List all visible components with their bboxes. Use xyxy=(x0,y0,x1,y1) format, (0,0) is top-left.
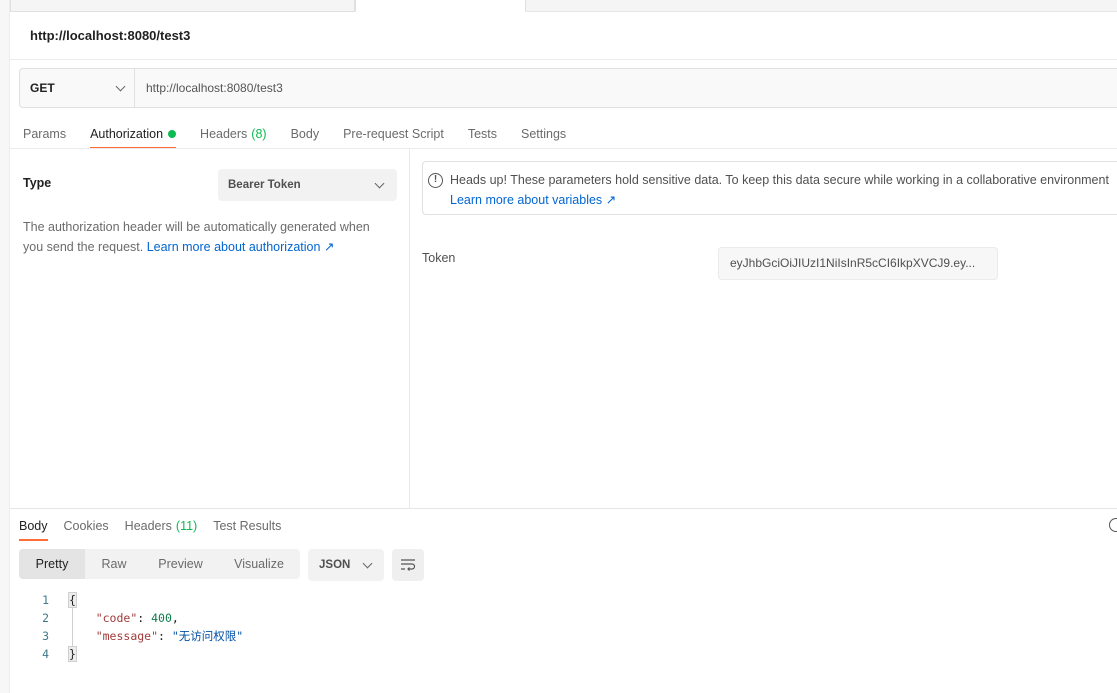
auth-type-label: Type xyxy=(23,176,52,190)
globe-icon[interactable] xyxy=(1109,518,1117,532)
auth-type-panel: Type Bearer Token The authorization head… xyxy=(10,149,410,509)
token-input[interactable]: eyJhbGciOiJIUzI1NiIsInR5cCI6IkpXVCJ9.ey.… xyxy=(718,247,998,280)
tab-settings[interactable]: Settings xyxy=(521,118,566,149)
view-pretty[interactable]: Pretty xyxy=(19,549,85,579)
auth-type-select[interactable]: Bearer Token xyxy=(218,169,397,201)
json-value-code: 400 xyxy=(151,611,172,625)
view-preview[interactable]: Preview xyxy=(143,549,218,579)
response-view-switcher: Pretty Raw Preview Visualize xyxy=(19,549,300,579)
line-number: 2 xyxy=(42,611,49,625)
method-label: GET xyxy=(30,81,55,95)
tab-tests[interactable]: Tests xyxy=(468,118,497,149)
request-tabs: Params Authorization Headers (8) Body Pr… xyxy=(23,118,590,149)
tab-pre-request-script[interactable]: Pre-request Script xyxy=(343,118,444,149)
code-line: 3 "message": "无访问权限" xyxy=(19,627,243,645)
active-indicator-dot xyxy=(168,129,177,138)
close-brace: } xyxy=(68,646,77,662)
tab-strip xyxy=(10,0,1117,12)
response-tab-headers-label: Headers xyxy=(124,519,172,533)
response-tab-cookies[interactable]: Cookies xyxy=(64,511,109,541)
view-raw[interactable]: Raw xyxy=(85,549,143,579)
url-bar: GET http://localhost:8080/test3 xyxy=(19,68,1117,108)
info-icon: ! xyxy=(428,173,443,188)
code-line: 2 "code": 400, xyxy=(19,609,243,627)
response-body-code[interactable]: 1 { 2 "code": 400, 3 "message": "无访问权限" … xyxy=(19,591,243,663)
learn-more-variables-link[interactable]: Learn more about variables ↗ xyxy=(450,192,616,207)
left-sidebar-edge xyxy=(0,0,10,693)
method-select[interactable]: GET xyxy=(20,69,135,107)
json-value-message: "无访问权限" xyxy=(171,629,244,643)
sensitive-data-notice: ! Heads up! These parameters hold sensit… xyxy=(422,161,1117,215)
tab-headers[interactable]: Headers (8) xyxy=(200,118,267,149)
response-tab-headers[interactable]: Headers (11) xyxy=(125,511,198,541)
response-tab-headers-count: (11) xyxy=(175,519,198,533)
tab-headers-count: (8) xyxy=(251,126,267,141)
code-line: 4 } xyxy=(19,645,243,663)
tab-headers-label: Headers xyxy=(200,126,248,141)
code-line: 1 { xyxy=(19,591,243,609)
wrap-lines-icon xyxy=(401,559,416,571)
tab-previous[interactable] xyxy=(10,0,355,12)
tab-authorization-label: Authorization xyxy=(90,126,164,141)
response-format-value: JSON xyxy=(319,559,351,571)
wrap-lines-button[interactable] xyxy=(392,549,424,581)
json-key-message: "message" xyxy=(95,629,159,643)
view-visualize[interactable]: Visualize xyxy=(218,549,300,579)
response-tab-test-results[interactable]: Test Results xyxy=(213,511,281,541)
auth-description: The authorization header will be automat… xyxy=(23,217,393,257)
line-number: 1 xyxy=(42,593,49,607)
response-tab-body[interactable]: Body xyxy=(19,511,48,541)
response-tabs: Body Cookies Headers (11) Test Results xyxy=(19,511,297,541)
request-title[interactable]: http://localhost:8080/test3 xyxy=(30,28,190,43)
divider xyxy=(10,59,1117,60)
response-format-select[interactable]: JSON xyxy=(308,549,384,581)
chevron-down-icon xyxy=(374,178,385,188)
tab-current[interactable] xyxy=(355,0,526,12)
json-key-code: "code" xyxy=(95,611,138,625)
tab-body[interactable]: Body xyxy=(291,118,320,149)
chevron-down-icon xyxy=(115,81,126,91)
line-number: 4 xyxy=(42,647,49,661)
open-brace: { xyxy=(68,592,77,608)
url-input[interactable]: http://localhost:8080/test3 xyxy=(135,81,283,95)
line-number: 3 xyxy=(42,629,49,643)
tab-params[interactable]: Params xyxy=(23,118,66,149)
tab-authorization[interactable]: Authorization xyxy=(90,118,177,149)
divider xyxy=(10,508,1117,509)
token-label: Token xyxy=(422,251,456,265)
learn-more-authorization-link[interactable]: Learn more about authorization ↗ xyxy=(147,240,335,254)
auth-type-value: Bearer Token xyxy=(228,179,301,191)
notice-text: Heads up! These parameters hold sensitiv… xyxy=(450,173,1109,187)
chevron-down-icon xyxy=(362,558,373,568)
